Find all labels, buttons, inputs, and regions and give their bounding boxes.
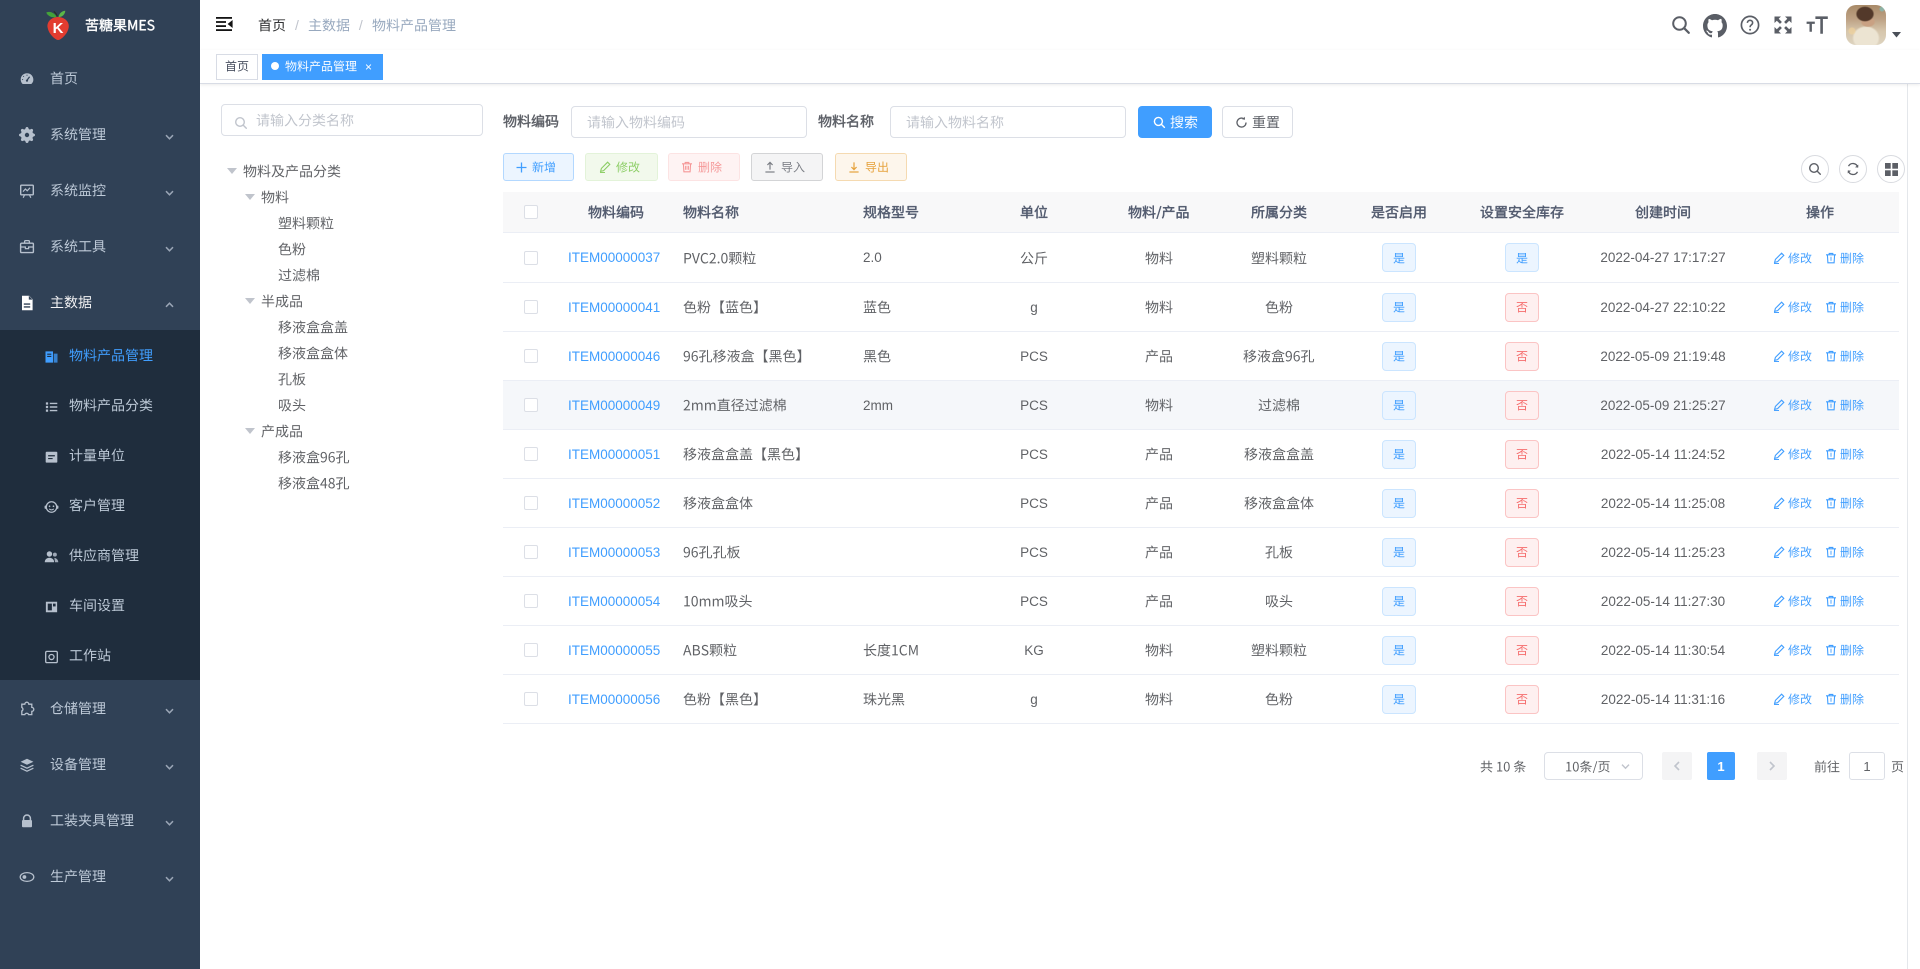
svg-text:K: K: [53, 20, 64, 37]
